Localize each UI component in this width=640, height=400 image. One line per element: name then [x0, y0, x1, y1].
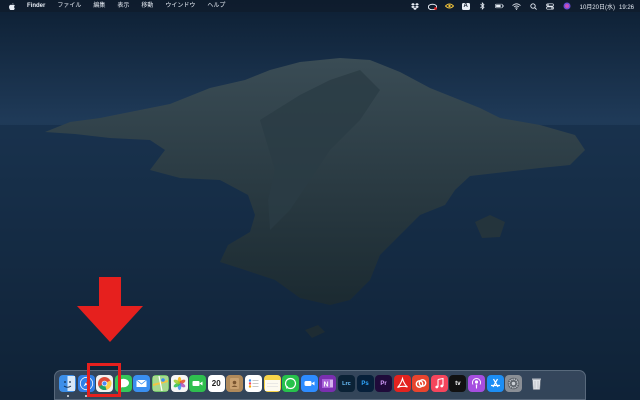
eye-icon[interactable] [444, 2, 454, 10]
menu-help[interactable]: ヘルプ [201, 0, 231, 12]
wifi-icon[interactable] [511, 2, 521, 10]
menu-window[interactable]: ウインドウ [159, 0, 201, 12]
acrobat-icon[interactable] [393, 375, 411, 392]
menu-bar: Finder ファイル 編集 表示 移動 ウインドウ ヘルプ A 10月20日(… [0, 0, 640, 12]
clock-time: 19:26 [618, 4, 634, 11]
menu-go[interactable]: 移動 [135, 0, 159, 12]
menu-edit[interactable]: 編集 [87, 0, 111, 12]
app-store-icon[interactable] [486, 375, 504, 392]
photoshop-glyph: Ps [361, 380, 369, 387]
control-center-icon[interactable] [546, 2, 555, 10]
calendar-icon[interactable]: 20 [207, 375, 225, 392]
clock-date: 10月20日(水) [579, 4, 615, 11]
podcasts-icon[interactable] [468, 375, 486, 392]
dropbox-icon[interactable] [411, 2, 420, 10]
dock: 20 N Lrc Ps Pr tv [54, 370, 586, 400]
zoom-icon[interactable] [300, 375, 318, 392]
menu-finder[interactable]: Finder [21, 0, 51, 12]
contacts-icon[interactable] [226, 375, 244, 392]
lightroom-glyph: Lrc [342, 380, 351, 387]
trash-icon[interactable] [528, 375, 545, 392]
premiere-glyph: Pr [380, 380, 387, 387]
text-input-icon[interactable]: A [461, 2, 470, 10]
menu-clock[interactable]: 10月20日(水) 19:26 [576, 2, 634, 11]
music-icon[interactable] [430, 375, 448, 392]
calendar-glyph: 20 [211, 379, 221, 388]
search-icon[interactable] [529, 2, 538, 10]
battery-icon[interactable] [494, 2, 504, 10]
premiere-icon[interactable]: Pr [375, 375, 393, 392]
menu-file[interactable]: ファイル [51, 0, 87, 12]
apple-icon[interactable] [0, 2, 21, 10]
maps-icon[interactable] [151, 375, 169, 392]
onenote-icon[interactable]: N [319, 375, 337, 392]
tv-icon[interactable]: tv [449, 375, 467, 392]
whatsapp-icon[interactable] [282, 375, 300, 392]
finder-icon[interactable] [59, 375, 76, 392]
mail-icon[interactable] [133, 375, 151, 392]
system-preferences-icon[interactable] [505, 375, 523, 392]
running-indicator-dot [66, 395, 69, 397]
siri-icon[interactable] [563, 2, 572, 10]
safari-highlight-box [87, 363, 121, 397]
creative-cloud-icon[interactable] [427, 2, 437, 10]
tv-glyph: tv [455, 380, 461, 387]
facetime-icon[interactable] [189, 375, 207, 392]
menu-view[interactable]: 表示 [111, 0, 135, 12]
photoshop-icon[interactable]: Ps [356, 375, 374, 392]
svg-text:N: N [324, 381, 329, 388]
notes-icon[interactable] [263, 375, 281, 392]
photos-icon[interactable] [170, 375, 188, 392]
reminders-icon[interactable] [244, 375, 262, 392]
bluetooth-icon[interactable] [478, 2, 487, 10]
lightroom-icon[interactable]: Lrc [337, 375, 355, 392]
red-down-arrow-annotation [77, 277, 143, 342]
creative-cloud-app-icon[interactable] [412, 375, 430, 392]
